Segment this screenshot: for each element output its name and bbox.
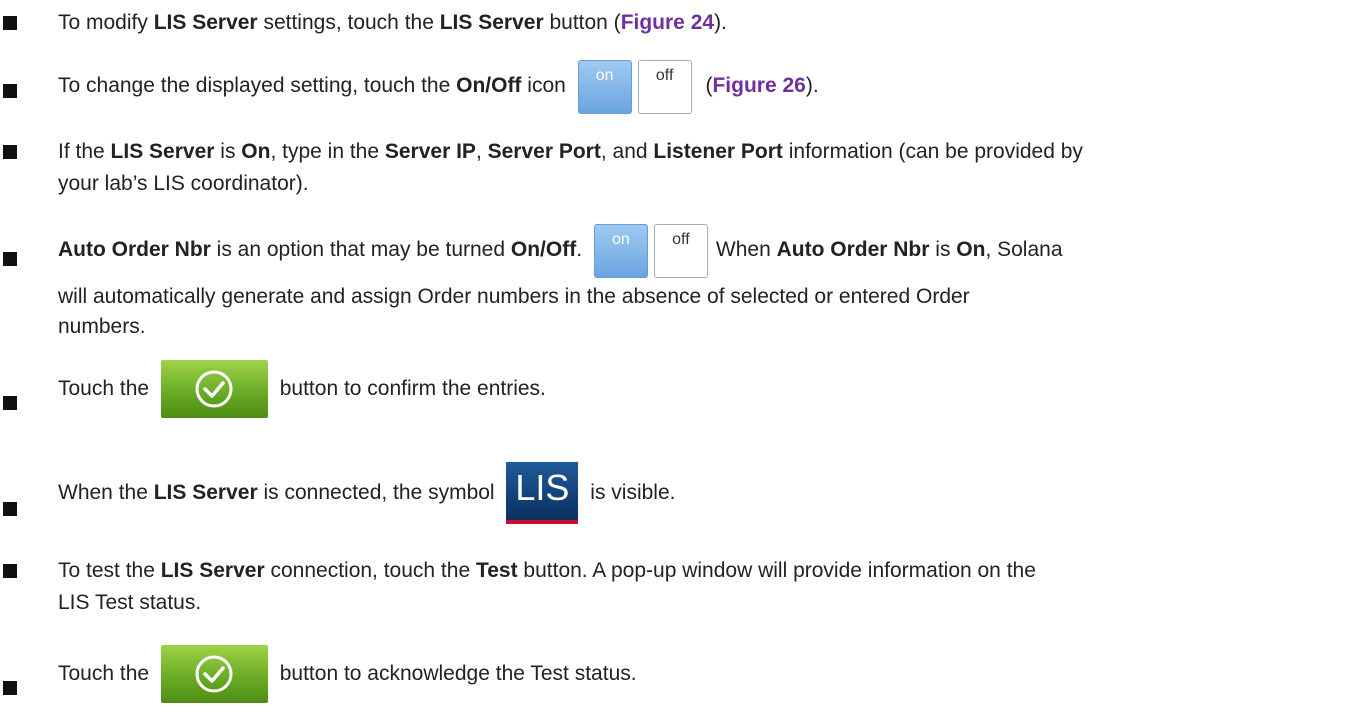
- text: To test the: [58, 559, 161, 582]
- bold-term: LIS Server: [439, 11, 544, 34]
- text: button to confirm the entries.: [273, 377, 546, 400]
- figure-link[interactable]: Figure 26: [712, 74, 805, 97]
- bullet: [3, 16, 17, 30]
- confirm-button-icon: [160, 645, 268, 703]
- list-item-text: To modify LIS Server settings, touch the…: [58, 8, 727, 37]
- text: .: [576, 238, 583, 261]
- list-item-text-continued: LIS Test status.: [58, 591, 202, 614]
- bold-term: On/Off: [510, 238, 577, 261]
- toggle-off-label: off: [637, 60, 692, 114]
- text: button. A pop-up window will provide inf…: [517, 559, 1036, 582]
- toggle-on-label: on: [577, 60, 632, 114]
- text: icon: [521, 74, 566, 97]
- list-item-text-continued: numbers.: [58, 315, 146, 338]
- text: button (: [543, 11, 621, 34]
- text: Touch the: [58, 662, 155, 685]
- text: settings, touch the: [257, 11, 440, 34]
- lis-connected-icon: LIS: [506, 462, 579, 524]
- text: (: [699, 74, 713, 97]
- list-item-text: When the LIS Server is connected, the sy…: [58, 462, 675, 524]
- text: is: [214, 140, 242, 163]
- text: , and: [600, 140, 654, 163]
- bold-term: LIS Server: [160, 559, 265, 582]
- text: is: [929, 238, 957, 261]
- text: ,: [475, 140, 488, 163]
- bullet: [3, 502, 17, 516]
- on-off-toggle-icon: on off: [593, 224, 710, 278]
- text: To modify: [58, 11, 154, 34]
- list-item-text: Touch the button to acknowledge the Test…: [58, 645, 637, 703]
- bullet: [3, 564, 17, 578]
- figure-link[interactable]: Figure 24: [621, 11, 714, 34]
- list-item-text-continued: your lab’s LIS coordinator).: [58, 172, 309, 195]
- confirm-button-icon: [160, 360, 268, 418]
- toggle-off-label: off: [653, 224, 708, 278]
- list-item-text: To change the displayed setting, touch t…: [58, 58, 819, 114]
- check-circle-icon: [195, 370, 233, 408]
- text: , Solana: [985, 238, 1063, 261]
- text: information (can be provided by: [782, 140, 1083, 163]
- bullet: [3, 145, 17, 159]
- text: ).: [805, 74, 819, 97]
- list-item-text-continued: will automatically generate and assign O…: [58, 285, 970, 308]
- text: If the: [58, 140, 111, 163]
- bold-term: LIS Server: [153, 481, 258, 504]
- bold-term: Auto Order Nbr: [776, 238, 930, 261]
- text: button to acknowledge the Test status.: [273, 662, 637, 685]
- text: ).: [714, 11, 727, 34]
- bold-term: Auto Order Nbr: [58, 238, 211, 261]
- text: connection, touch the: [264, 559, 476, 582]
- toggle-on-label: on: [593, 224, 648, 278]
- bold-term: Server IP: [384, 140, 476, 163]
- check-circle-icon: [195, 655, 233, 693]
- text: is connected, the symbol: [257, 481, 501, 504]
- on-off-toggle-icon: on off: [577, 60, 694, 114]
- bold-term: On/Off: [456, 74, 522, 97]
- list-item-text: Auto Order Nbr is an option that may be …: [58, 222, 1063, 278]
- bullet: [3, 252, 17, 266]
- bold-term: Server Port: [487, 140, 601, 163]
- bold-term: Test: [475, 559, 518, 582]
- lis-badge-underline: [506, 520, 579, 524]
- bold-term: On: [956, 238, 986, 261]
- bold-term: Listener Port: [653, 140, 783, 163]
- list-item-text: To test the LIS Server connection, touch…: [58, 556, 1036, 585]
- bullet: [3, 396, 17, 410]
- bold-term: LIS Server: [153, 11, 258, 34]
- list-item-text: If the LIS Server is On, type in the Ser…: [58, 137, 1083, 166]
- bullet: [3, 681, 17, 695]
- text: , type in the: [270, 140, 385, 163]
- text: Touch the: [58, 377, 155, 400]
- text: is an option that may be turned: [210, 238, 511, 261]
- list-item-text: Touch the button to confirm the entries.: [58, 360, 546, 418]
- bold-term: On: [241, 140, 271, 163]
- text: When: [715, 238, 777, 261]
- text: To change the displayed setting, touch t…: [58, 74, 457, 97]
- bold-term: LIS Server: [110, 140, 215, 163]
- text: When the: [58, 481, 154, 504]
- bullet: [3, 84, 17, 98]
- text: is visible.: [584, 481, 676, 504]
- lis-badge-label: LIS: [515, 467, 570, 508]
